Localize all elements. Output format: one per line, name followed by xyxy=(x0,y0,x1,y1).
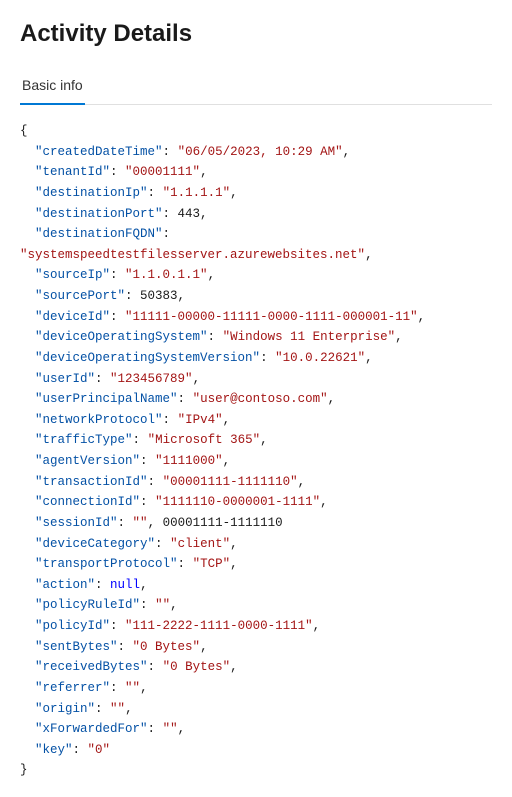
tab-basic-info[interactable]: Basic info xyxy=(20,69,85,105)
page-title: Activity Details xyxy=(20,16,492,48)
tab-bar: Basic info xyxy=(20,68,492,105)
json-content-block: { "createdDateTime": "06/05/2023, 10:29 … xyxy=(20,121,492,781)
activity-details-panel: Activity Details Basic info { "createdDa… xyxy=(0,0,512,797)
